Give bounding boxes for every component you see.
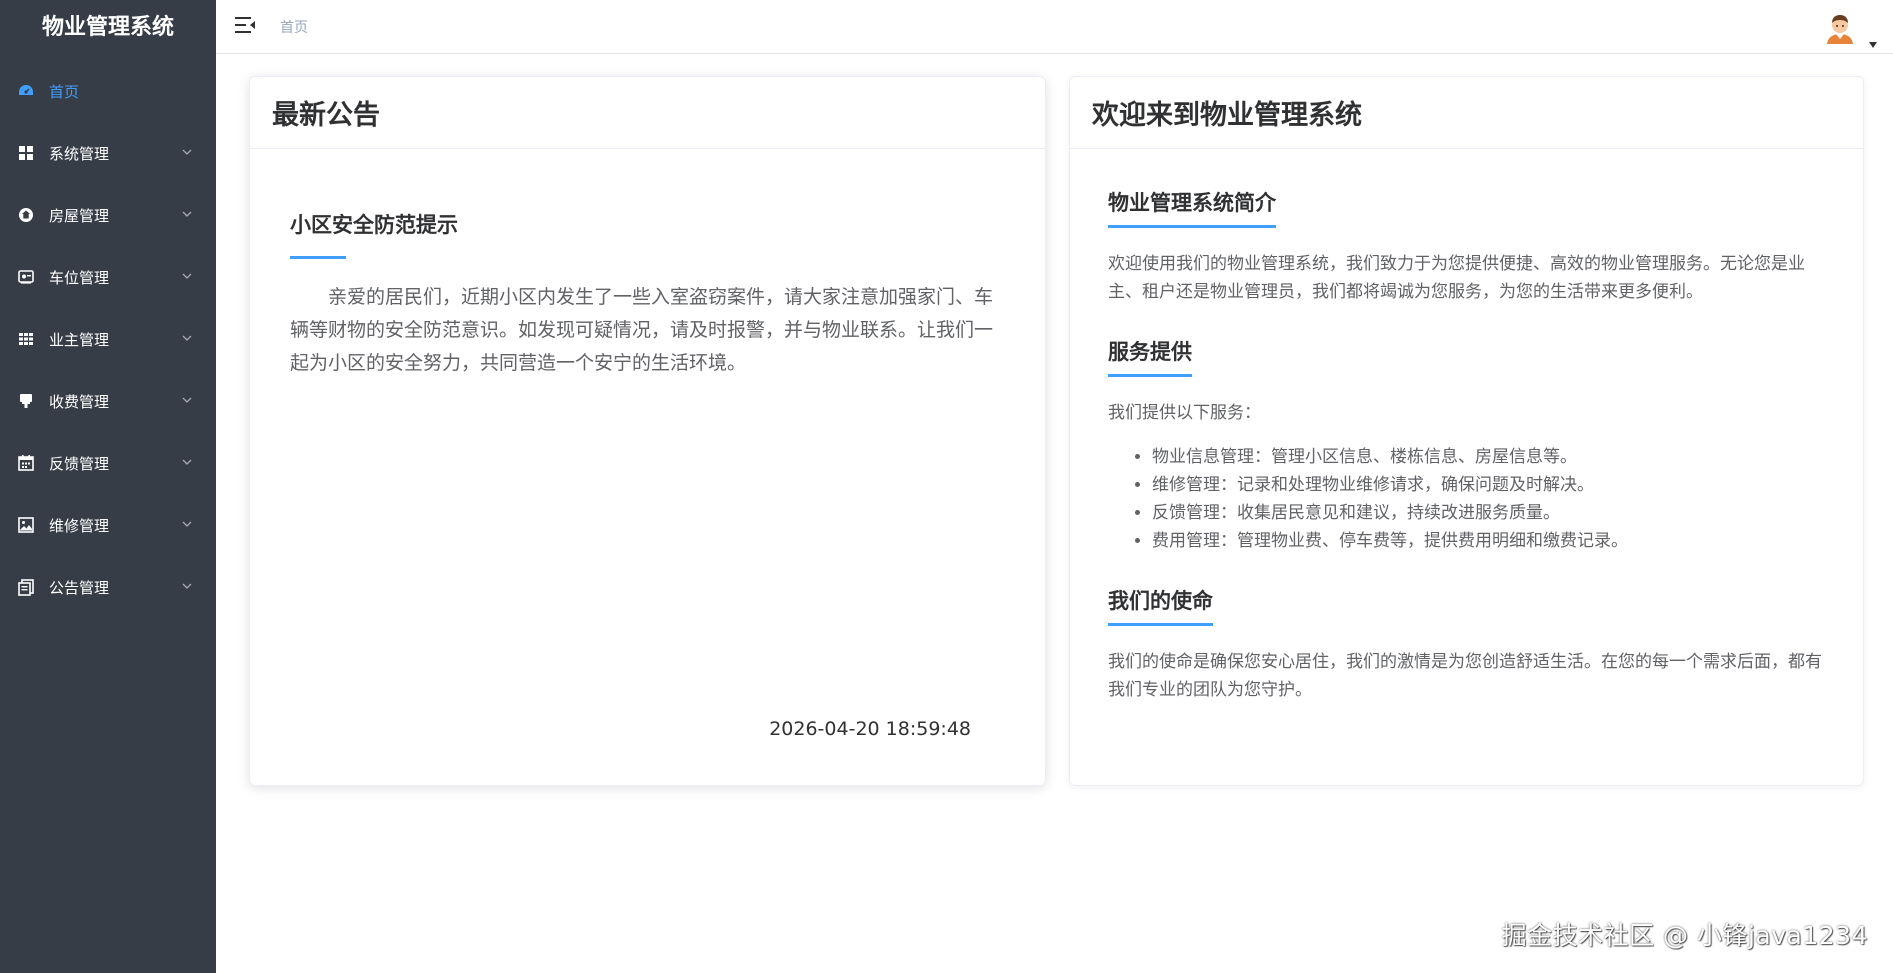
list-item: 物业信息管理：管理小区信息、楼栋信息、房屋信息等。	[1152, 443, 1823, 471]
mission-section: 我们的使命 我们的使命是确保您安心居住，我们的激情是为您创造舒适生活。在您的每一…	[1108, 585, 1823, 704]
avatar[interactable]	[1823, 10, 1857, 44]
notice-title: 小区安全防范提示	[290, 213, 458, 237]
section-title: 我们的使命	[1108, 585, 1213, 626]
calendar-icon	[17, 454, 35, 472]
sidebar: 物业管理系统 首页 系统管理 房屋管理 车位管理 业主管理 收费管理 反馈管理 …	[0, 0, 216, 973]
sidebar-menu: 首页 系统管理 房屋管理 车位管理 业主管理 收费管理 反馈管理 维修管理 公告…	[0, 60, 216, 618]
caret-down-icon[interactable]	[1869, 33, 1877, 48]
fee-icon	[17, 392, 35, 410]
welcome-card: 欢迎来到物业管理系统 物业管理系统简介 欢迎使用我们的物业管理系统，我们致力于为…	[1069, 76, 1864, 786]
chevron-down-icon	[182, 395, 192, 405]
sidebar-item-label: 车位管理	[49, 268, 110, 287]
sidebar-item-label: 房屋管理	[49, 206, 110, 225]
sidebar-item-label: 公告管理	[49, 578, 110, 597]
grid-icon	[17, 144, 35, 162]
section-text: 我们的使命是确保您安心居住，我们的激情是为您创造舒适生活。在您的每一个需求后面，…	[1108, 652, 1822, 700]
sidebar-item-house[interactable]: 房屋管理	[0, 184, 216, 246]
sidebar-item-system[interactable]: 系统管理	[0, 122, 216, 184]
house-icon	[17, 206, 35, 224]
sidebar-item-label: 反馈管理	[49, 454, 110, 473]
section-text: 我们提供以下服务：	[1108, 403, 1261, 423]
top-navbar: 首页	[216, 0, 1893, 54]
sidebar-item-label: 维修管理	[49, 516, 110, 535]
intro-section: 物业管理系统简介 欢迎使用我们的物业管理系统，我们致力于为您提供便捷、高效的物业…	[1108, 187, 1823, 306]
list-item: 维修管理：记录和处理物业维修请求，确保问题及时解决。	[1152, 471, 1823, 499]
sidebar-item-notice[interactable]: 公告管理	[0, 556, 216, 618]
welcome-body: 物业管理系统简介 欢迎使用我们的物业管理系统，我们致力于为您提供便捷、高效的物业…	[1108, 187, 1823, 734]
sidebar-item-label: 业主管理	[49, 330, 110, 349]
card-header: 欢迎来到物业管理系统	[1070, 77, 1863, 149]
sidebar-item-label: 收费管理	[49, 392, 110, 411]
document-icon	[17, 578, 35, 596]
chevron-down-icon	[182, 457, 192, 467]
sidebar-item-repair[interactable]: 维修管理	[0, 494, 216, 556]
sidebar-item-owner[interactable]: 业主管理	[0, 308, 216, 370]
app-title: 物业管理系统	[41, 15, 174, 40]
watermark: 掘金技术社区 @ 小锋java1234	[1501, 921, 1868, 950]
sidebar-item-label: 系统管理	[49, 144, 110, 163]
chevron-down-icon	[182, 519, 192, 529]
notice-time: 2026-04-20 18:59:48	[769, 718, 971, 740]
section-title: 服务提供	[1108, 336, 1192, 377]
section-text: 欢迎使用我们的物业管理系统，我们致力于为您提供便捷、高效的物业管理服务。无论您是…	[1108, 254, 1805, 302]
chevron-down-icon	[182, 271, 192, 281]
list-item: 费用管理：管理物业费、停车费等，提供费用明细和缴费记录。	[1152, 527, 1823, 555]
chevron-down-icon	[182, 581, 192, 591]
section-title: 物业管理系统简介	[1108, 187, 1276, 228]
dashboard-icon	[17, 82, 35, 100]
table-icon	[17, 330, 35, 348]
chevron-down-icon	[182, 147, 192, 157]
picture-icon	[17, 516, 35, 534]
sidebar-item-fee[interactable]: 收费管理	[0, 370, 216, 432]
breadcrumb: 首页	[280, 20, 308, 36]
latest-notice-card: 最新公告 小区安全防范提示 亲爱的居民们，近期小区内发生了一些入室盗窃案件，请大…	[249, 76, 1046, 786]
parking-icon	[17, 268, 35, 286]
sidebar-item-parking[interactable]: 车位管理	[0, 246, 216, 308]
chevron-down-icon	[182, 209, 192, 219]
chevron-down-icon	[182, 333, 192, 343]
service-list: 物业信息管理：管理小区信息、楼栋信息、房屋信息等。 维修管理：记录和处理物业维修…	[1108, 443, 1823, 555]
card-header: 最新公告	[250, 77, 1045, 149]
menu-toggle-icon[interactable]	[234, 15, 256, 35]
notice-content: 亲爱的居民们，近期小区内发生了一些入室盗窃案件，请大家注意加强家门、车辆等财物的…	[290, 286, 994, 374]
service-section: 服务提供 我们提供以下服务： 物业信息管理：管理小区信息、楼栋信息、房屋信息等。…	[1108, 336, 1823, 555]
sidebar-item-label: 首页	[49, 82, 80, 101]
sidebar-item-home[interactable]: 首页	[0, 60, 216, 122]
list-item: 反馈管理：收集居民意见和建议，持续改进服务质量。	[1152, 499, 1823, 527]
sidebar-item-feedback[interactable]: 反馈管理	[0, 432, 216, 494]
title-underline	[290, 256, 346, 259]
